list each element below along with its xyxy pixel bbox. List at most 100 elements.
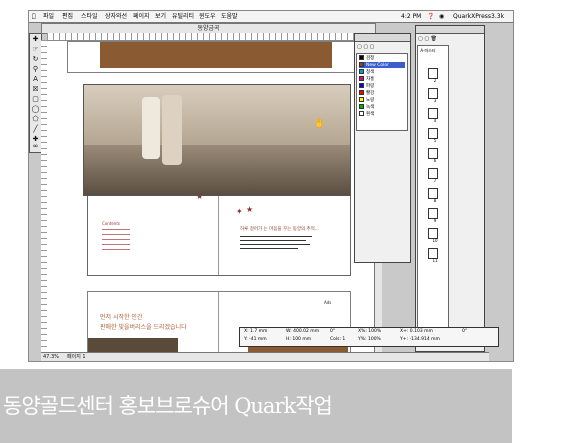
contents-line xyxy=(102,244,130,245)
measure-y-offset[interactable]: Y+: -134.914 mm xyxy=(400,337,440,343)
measure-cols[interactable]: Cols: 1 xyxy=(330,337,345,343)
page-number-label: 11 xyxy=(432,258,438,263)
color-swatch xyxy=(359,83,364,88)
colors-palette: ▢ ▢ ▢ 검정 New Color Swatch 1 청색 자홍 파랑 빨강 … xyxy=(354,33,411,263)
layout-page-icons[interactable]: ▢ ▢ 🗑 xyxy=(418,35,482,43)
document-layout-palette: ▢ ▢ 🗑 A-마스터 2 3 4 5 6 7 8 9 10 11 xyxy=(415,25,485,352)
color-swatch xyxy=(359,55,364,60)
color-item[interactable]: 검정 xyxy=(359,55,374,61)
menu-bar:  파일 편집 스타일 상자와선 페이지 보기 유틸리티 윈도우 도움말 4:2… xyxy=(29,11,513,23)
color-item[interactable]: 파랑 xyxy=(359,83,374,89)
spread-headline: 하루 걸어가 는 마음을 꾸는 동양의 추억... xyxy=(240,227,320,232)
lower-tag: Ads xyxy=(324,300,332,305)
menu-style[interactable]: 스타일 xyxy=(81,11,98,22)
measure-angle[interactable]: 0° xyxy=(330,329,335,335)
line-tool-icon[interactable]: ╱ xyxy=(31,125,40,134)
app-menu[interactable]: QuarkXPress3.3k xyxy=(453,11,504,22)
measure-angle-2[interactable]: 0° xyxy=(462,329,467,335)
document-status-bar: 47.3% 페이지 1 xyxy=(41,352,489,361)
contents-line xyxy=(102,249,130,250)
zoom-tool-icon[interactable]: ⚲ xyxy=(31,65,40,74)
sea-area xyxy=(84,85,350,145)
colors-palette-title[interactable] xyxy=(355,34,410,42)
color-item[interactable]: 자홍 xyxy=(359,76,374,82)
help-icon[interactable]: ❓ xyxy=(427,11,434,22)
zoom-field[interactable]: 47.3% xyxy=(43,353,59,361)
measure-h[interactable]: H: 100 mm xyxy=(286,337,311,343)
color-item[interactable]: 빨강 xyxy=(359,90,374,96)
menu-edit[interactable]: 편집 xyxy=(62,11,73,22)
contents-line xyxy=(102,229,130,230)
menu-window[interactable]: 윈도우 xyxy=(199,11,216,22)
layout-palette-title[interactable] xyxy=(416,26,484,34)
measure-x-offset[interactable]: X+: 0.103 mm xyxy=(400,329,433,335)
quark-screen:  파일 편집 스타일 상자와선 페이지 보기 유틸리티 윈도우 도움말 4:2… xyxy=(28,10,514,362)
page-top[interactable] xyxy=(67,41,365,73)
contents-line xyxy=(102,239,130,240)
color-swatch xyxy=(359,69,364,74)
star-ornament: ★ xyxy=(246,205,254,214)
polygon-picture-tool-icon[interactable]: ⬠ xyxy=(31,115,40,124)
page-field[interactable]: 페이지 1 xyxy=(67,353,86,361)
menu-item[interactable]: 상자와선 xyxy=(105,11,127,22)
page-number-label: 4 xyxy=(433,118,437,123)
measure-y[interactable]: Y: -41 mm xyxy=(244,337,267,343)
couple-figure-woman xyxy=(142,97,160,159)
star-ornament: ✦ xyxy=(236,207,243,216)
content-tool-icon[interactable]: ☞ xyxy=(31,45,40,54)
rounded-picture-tool-icon[interactable]: ▢ xyxy=(31,95,40,104)
beach-photo[interactable]: ✋ xyxy=(83,84,351,196)
menu-page[interactable]: 페이지 xyxy=(133,11,150,22)
measure-w[interactable]: W: 400.02 mm xyxy=(286,329,319,335)
body-text-line xyxy=(240,236,312,237)
body-text-line xyxy=(240,240,306,241)
body-text-line xyxy=(240,244,310,245)
apple-menu-icon[interactable]:  xyxy=(32,11,36,22)
color-item[interactable]: 청색 xyxy=(359,69,374,75)
color-item[interactable]: 노랑 xyxy=(359,97,374,103)
text-box-tool-icon[interactable]: A xyxy=(31,75,40,84)
menu-help[interactable]: 도움말 xyxy=(221,11,238,22)
color-item[interactable]: 흰색 xyxy=(359,111,374,117)
info-icon[interactable]: ◉ xyxy=(439,11,444,22)
page-number-label: 3 xyxy=(433,98,437,103)
color-swatch xyxy=(359,97,364,102)
contents-line xyxy=(102,234,130,235)
measurements-palette: X: 1.7 mm Y: -41 mm W: 400.02 mm H: 100 … xyxy=(239,327,499,347)
lower-text-line-1: 먼저 시작한 인간 xyxy=(100,314,143,321)
lower-photo[interactable] xyxy=(88,338,178,352)
color-item[interactable]: 녹색 xyxy=(359,104,374,110)
item-tool-icon[interactable]: ✚ xyxy=(31,35,40,44)
measure-x[interactable]: X: 1.7 mm xyxy=(244,329,267,335)
page-number-label: 2 xyxy=(433,78,437,83)
colors-mode-icons[interactable]: ▢ ▢ ▢ xyxy=(357,43,408,51)
hand-cursor-icon: ✋ xyxy=(314,119,326,129)
oval-picture-tool-icon[interactable]: ◯ xyxy=(31,105,40,114)
page-number-label: 10 xyxy=(432,238,438,243)
linking-tool-icon[interactable]: ∞ xyxy=(31,142,40,151)
page-number-label: 9 xyxy=(433,218,437,223)
page-number-label: 6 xyxy=(433,158,437,163)
brown-band[interactable] xyxy=(100,42,332,68)
measure-y-pct[interactable]: Y%: 100% xyxy=(358,337,381,343)
sand-area xyxy=(84,145,350,195)
clock: 4:2 PM xyxy=(401,13,422,20)
color-item-selected[interactable]: New Color Swatch 1 xyxy=(359,62,405,74)
couple-figure-man xyxy=(162,95,182,165)
measure-x-pct[interactable]: X%: 100% xyxy=(358,329,381,335)
rotate-tool-icon[interactable]: ↻ xyxy=(31,55,40,64)
menu-utilities[interactable]: 유틸리티 xyxy=(172,11,194,22)
horizontal-ruler[interactable] xyxy=(47,33,374,41)
contents-heading: Contents xyxy=(102,221,120,226)
color-swatch xyxy=(359,111,364,116)
spine-guide xyxy=(218,292,219,352)
colors-list: 검정 New Color Swatch 1 청색 자홍 파랑 빨강 노랑 녹색 … xyxy=(356,53,408,131)
menu-file[interactable]: 파일 xyxy=(43,11,54,22)
page-number-label: 7 xyxy=(433,178,437,183)
menu-view[interactable]: 보기 xyxy=(155,11,166,22)
color-swatch xyxy=(359,62,364,67)
page-number-label: 8 xyxy=(433,198,437,203)
rect-picture-tool-icon[interactable]: ☒ xyxy=(31,85,40,94)
lower-text-line-2: 판매한 빛을버리스을 드리겠습니다 xyxy=(100,324,187,331)
master-label: A-마스터 xyxy=(420,48,436,53)
